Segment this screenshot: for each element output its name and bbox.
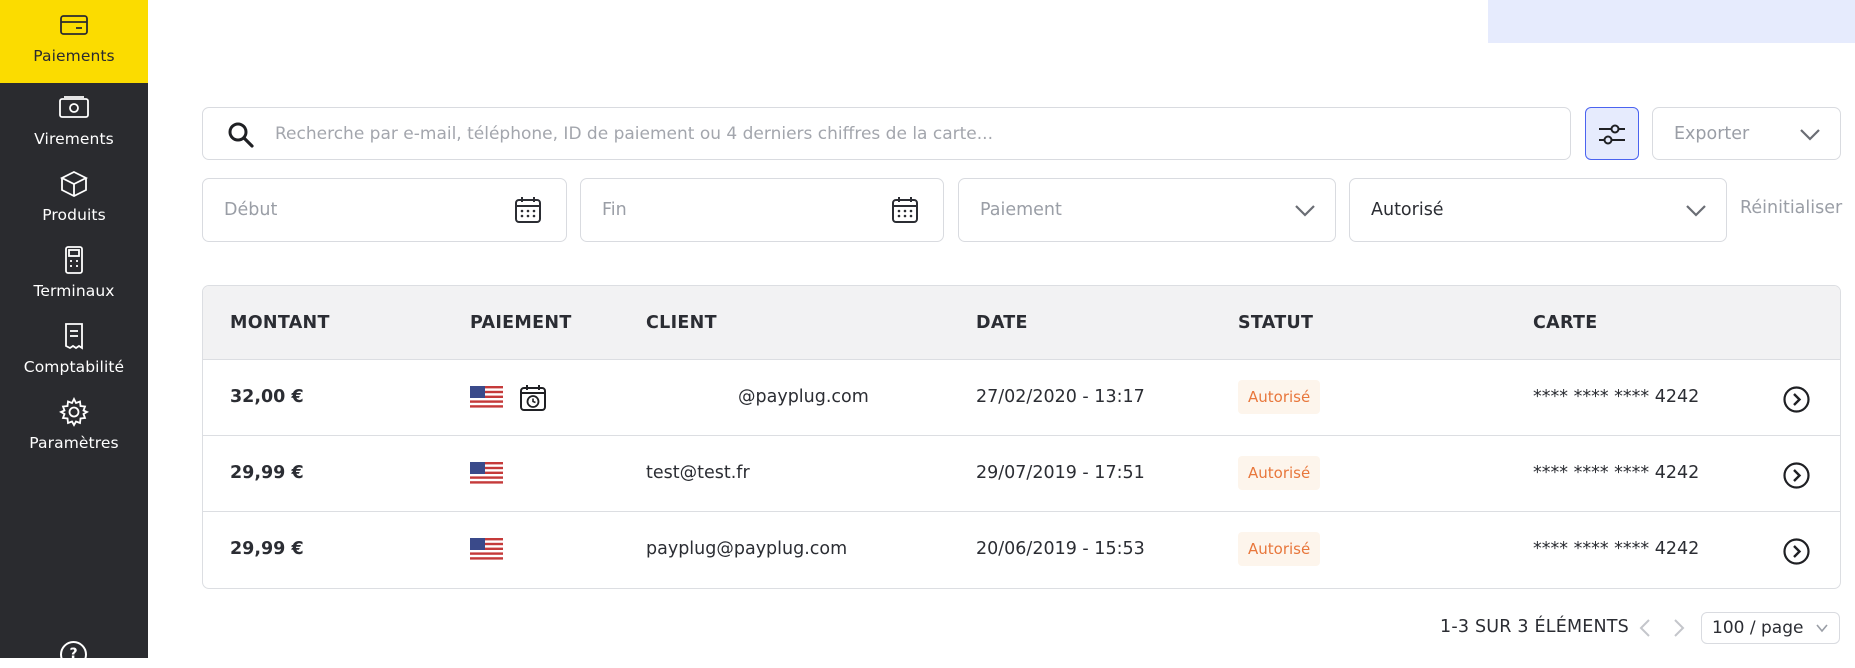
chevron-left-icon[interactable] <box>1637 618 1653 638</box>
calendar-icon <box>892 197 918 223</box>
table-row[interactable]: 32,00 € @payplug.com 27/02/2020 - 13:17 … <box>203 360 1840 436</box>
status-badge: Autorisé <box>1238 380 1321 414</box>
sidebar-item-label: Paramètres <box>29 434 119 452</box>
table-header: MONTANT PAIEMENT CLIENT DATE STATUT CART… <box>203 286 1840 360</box>
chevron-right-circle-icon[interactable] <box>1783 538 1810 565</box>
sidebar-item-label: Produits <box>42 206 106 224</box>
card-icon <box>57 8 91 42</box>
status-badge: Autorisé <box>1238 532 1321 566</box>
status-select-value: Autorisé <box>1371 200 1444 220</box>
sidebar-item-label: Comptabilité <box>23 358 125 376</box>
status-badge: Autorisé <box>1238 456 1321 490</box>
search-icon <box>228 122 254 148</box>
start-date-field[interactable]: Début <box>202 178 567 242</box>
search-input[interactable] <box>275 108 1555 159</box>
card-cell: **** **** **** 4242 <box>1533 463 1700 483</box>
card-cell: **** **** **** 4242 <box>1533 539 1700 559</box>
box-icon <box>57 167 91 201</box>
page-size-select[interactable]: 100 / page <box>1701 612 1840 644</box>
sidebar: Paiements Virements Produits Terminaux C… <box>0 0 148 668</box>
scheduled-payment-icon <box>520 385 546 411</box>
client-cell: payplug@payplug.com <box>646 539 848 559</box>
sidebar-item-terminaux[interactable]: Terminaux <box>0 235 148 311</box>
amount-cell: 32,00 € <box>230 387 304 407</box>
payments-table: MONTANT PAIEMENT CLIENT DATE STATUT CART… <box>202 285 1841 589</box>
column-header[interactable]: STATUT <box>1238 313 1313 333</box>
help-icon[interactable]: ? <box>60 641 87 668</box>
gear-icon <box>57 395 91 429</box>
reset-filters-link[interactable]: Réinitialiser <box>1740 198 1842 218</box>
sidebar-item-comptabilite[interactable]: Comptabilité <box>0 311 148 387</box>
date-cell: 27/02/2020 - 13:17 <box>976 387 1145 407</box>
status-select[interactable]: Autorisé <box>1349 178 1727 242</box>
start-date-placeholder: Début <box>224 200 278 220</box>
date-cell: 29/07/2019 - 17:51 <box>976 463 1145 483</box>
end-date-placeholder: Fin <box>602 200 627 220</box>
terminal-icon <box>57 243 91 277</box>
sidebar-item-label: Terminaux <box>33 282 115 300</box>
search-bar <box>202 107 1571 160</box>
sidebar-item-label: Virements <box>34 130 114 148</box>
payment-type-placeholder: Paiement <box>980 200 1062 220</box>
page-size-value: 100 / page <box>1712 618 1804 638</box>
us-flag-icon <box>470 386 503 410</box>
date-cell: 20/06/2019 - 15:53 <box>976 539 1145 559</box>
filter-toggle-button[interactable] <box>1585 107 1639 160</box>
chevron-down-icon <box>1295 205 1315 217</box>
sidebar-item-paiements[interactable]: Paiements <box>0 0 148 83</box>
chevron-right-circle-icon[interactable] <box>1783 462 1810 489</box>
banknote-icon <box>57 91 91 125</box>
column-header[interactable]: MONTANT <box>230 313 330 333</box>
pagination-summary: 1-3 SUR 3 ÉLÉMENTS <box>1440 617 1629 637</box>
top-banner <box>1488 0 1855 43</box>
column-header[interactable]: PAIEMENT <box>470 313 572 333</box>
column-header[interactable]: CLIENT <box>646 313 717 333</box>
sidebar-item-parametres[interactable]: Paramètres <box>0 387 148 463</box>
end-date-field[interactable]: Fin <box>580 178 944 242</box>
chevron-down-icon <box>1686 205 1706 217</box>
amount-cell: 29,99 € <box>230 463 304 483</box>
sidebar-item-label: Paiements <box>33 47 115 65</box>
payment-type-select[interactable]: Paiement <box>958 178 1336 242</box>
export-label: Exporter <box>1674 123 1750 144</box>
sliders-icon <box>1599 124 1625 144</box>
table-row[interactable]: 29,99 € test@test.fr 29/07/2019 - 17:51 … <box>203 436 1840 512</box>
receipt-icon <box>57 319 91 353</box>
us-flag-icon <box>470 462 503 486</box>
export-dropdown[interactable]: Exporter <box>1652 107 1841 160</box>
card-cell: **** **** **** 4242 <box>1533 387 1700 407</box>
chevron-right-icon[interactable] <box>1671 618 1687 638</box>
amount-cell: 29,99 € <box>230 539 304 559</box>
chevron-down-icon <box>1800 128 1820 141</box>
calendar-icon <box>515 197 541 223</box>
table-row[interactable]: 29,99 € payplug@payplug.com 20/06/2019 -… <box>203 512 1840 588</box>
column-header[interactable]: DATE <box>976 313 1028 333</box>
sidebar-item-virements[interactable]: Virements <box>0 83 148 159</box>
us-flag-icon <box>470 538 503 562</box>
client-cell: @payplug.com <box>738 387 869 407</box>
chevron-down-icon <box>1816 624 1828 633</box>
client-cell: test@test.fr <box>646 463 750 483</box>
sidebar-item-produits[interactable]: Produits <box>0 159 148 235</box>
chevron-right-circle-icon[interactable] <box>1783 386 1810 413</box>
column-header[interactable]: CARTE <box>1533 313 1597 333</box>
